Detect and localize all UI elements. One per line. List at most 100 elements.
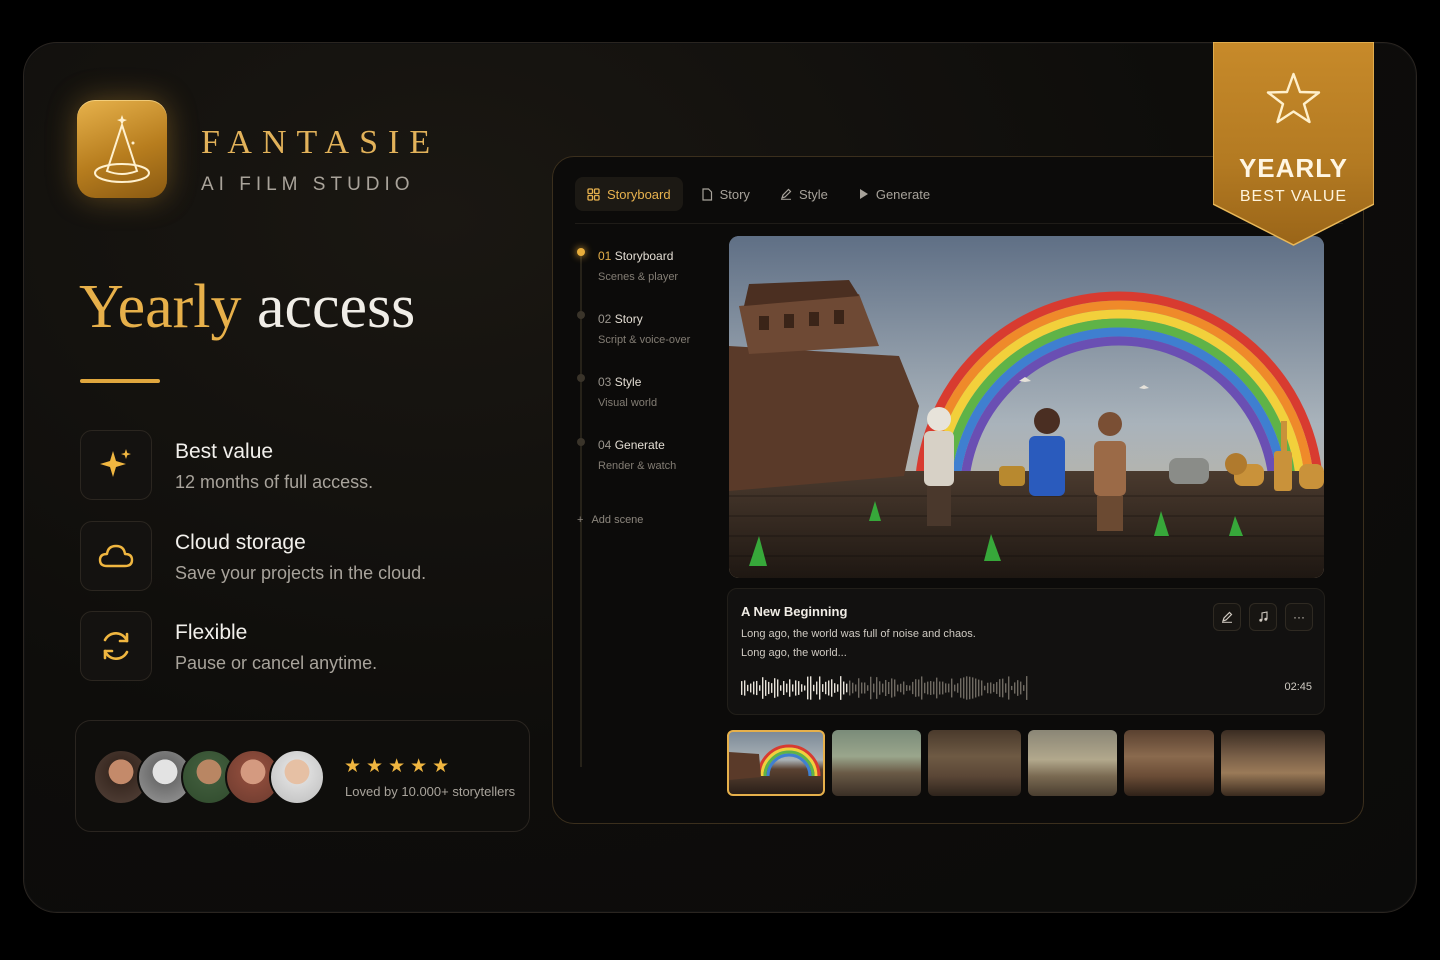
ribbon-title: YEARLY	[1238, 153, 1349, 183]
best-value-ribbon: YEARLY BEST VALUE	[1213, 42, 1374, 247]
app-logo	[77, 100, 167, 198]
waveform-bar	[987, 682, 989, 694]
waveform-bar	[1014, 682, 1016, 694]
feature-desc: Pause or cancel anytime.	[175, 653, 378, 673]
waveform-bar	[1023, 685, 1025, 691]
waveform-bar	[903, 681, 905, 695]
waveform-bar	[825, 681, 827, 695]
tab-storyboard[interactable]: Storyboard	[575, 177, 683, 211]
tab-bar: Storyboard Story Style Generate	[575, 177, 942, 211]
tab-label: Storyboard	[607, 186, 671, 202]
plus-icon: +	[577, 514, 584, 526]
waveform-bar	[876, 677, 878, 699]
waveform-bar	[984, 685, 986, 691]
waveform-bar	[795, 680, 797, 696]
tab-label: Generate	[875, 186, 931, 202]
ribbon-shape	[1213, 42, 1374, 246]
waveform-bar	[885, 679, 887, 697]
steps-timeline	[580, 249, 582, 767]
waveform-bar	[1017, 680, 1019, 696]
scene-thumbnail[interactable]	[727, 730, 825, 796]
step-story[interactable]: 02 Story Script & voice-over	[598, 312, 690, 346]
waveform-bar	[768, 681, 770, 695]
audio-waveform[interactable]	[741, 675, 1031, 701]
scene-script-line: Long ago, the world was full of noise an…	[741, 628, 976, 640]
edit-button[interactable]	[1213, 603, 1241, 631]
waveform-bar	[936, 677, 938, 699]
headline-rest: access	[256, 273, 416, 341]
scene-info-card: A New Beginning Long ago, the world was …	[727, 588, 1325, 715]
waveform-bar	[915, 679, 917, 697]
feature-title: Flexible	[175, 621, 248, 644]
scene-script-line: Long ago, the world...	[741, 647, 847, 659]
waveform-bar	[777, 679, 779, 697]
tab-label: Style	[798, 186, 828, 202]
play-icon	[859, 189, 868, 199]
waveform-bar	[867, 685, 869, 691]
waveform-bar	[927, 681, 929, 695]
feature-cloud-storage: Cloud storage Save your projects in the …	[80, 521, 530, 593]
step-subtitle: Scenes & player	[598, 271, 679, 283]
step-dot	[577, 311, 585, 319]
scene-thumbnail[interactable]	[1124, 730, 1214, 796]
tab-story[interactable]: Story	[689, 177, 762, 211]
waveform-bar	[990, 682, 992, 694]
pencil-icon	[1222, 611, 1233, 623]
waveform-bar	[780, 685, 782, 691]
waveform-bar	[957, 683, 959, 693]
scene-thumbnail[interactable]	[1221, 730, 1325, 796]
waveform-bar	[996, 682, 998, 694]
waveform-bar	[747, 684, 749, 692]
add-scene-button[interactable]: + Add scene	[577, 514, 643, 526]
avatar-group	[93, 749, 333, 807]
scene-thumbnail[interactable]	[1028, 730, 1117, 796]
waveform-bar	[882, 683, 884, 693]
step-style[interactable]: 03 Style Visual world	[598, 375, 657, 409]
waveform-bar	[921, 676, 923, 700]
add-scene-label: Add scene	[591, 514, 644, 526]
scene-thumbnail[interactable]	[832, 730, 921, 796]
feature-icon-box	[80, 611, 152, 681]
app-preview-panel: Storyboard Story Style Generate 01 Story…	[552, 156, 1364, 824]
waveform-bar	[969, 676, 971, 700]
waveform-bar	[813, 684, 815, 692]
brand-tagline: AI FILM STUDIO	[201, 174, 415, 195]
step-dot	[577, 438, 585, 446]
waveform-bar	[834, 683, 836, 693]
step-generate[interactable]: 04 Generate Render & watch	[598, 438, 676, 472]
waveform-bar	[906, 685, 908, 691]
waveform-bar	[960, 678, 962, 698]
tab-generate[interactable]: Generate	[846, 177, 942, 211]
waveform-bar	[918, 679, 920, 697]
waveform-bar	[864, 682, 866, 694]
waveform-bar	[831, 679, 833, 697]
waveform-bar	[759, 685, 761, 691]
wizard-hat-icon	[94, 115, 150, 183]
waveform-bar	[822, 684, 824, 692]
waveform-bar	[897, 684, 899, 692]
waveform-bar	[819, 676, 821, 700]
scene-thumbnail[interactable]	[928, 730, 1021, 796]
headline-highlight: Yearly	[79, 273, 242, 341]
more-options-button[interactable]: ···	[1285, 603, 1313, 631]
waveform-bar	[828, 680, 830, 696]
waveform-bar	[909, 685, 911, 691]
waveform-bar	[783, 681, 785, 695]
waveform-bar	[789, 679, 791, 697]
waveform-bar	[807, 676, 809, 700]
waveform-bar	[861, 682, 863, 694]
waveform-bar	[933, 681, 935, 695]
music-button[interactable]	[1249, 603, 1277, 631]
waveform-bar	[1011, 685, 1013, 691]
waveform-bar	[924, 682, 926, 694]
waveform-bar	[804, 685, 806, 691]
step-storyboard[interactable]: 01 Storyboard Scenes & player	[598, 249, 678, 283]
avatar	[269, 749, 325, 805]
tab-style[interactable]: Style	[768, 177, 840, 211]
waveform-bar	[744, 680, 746, 696]
waveform-bar	[855, 684, 857, 692]
scene-preview-image[interactable]	[729, 236, 1324, 578]
thumbnail-rainbow-scene	[729, 744, 821, 780]
step-dot	[577, 374, 585, 382]
waveform-bar	[771, 683, 773, 693]
